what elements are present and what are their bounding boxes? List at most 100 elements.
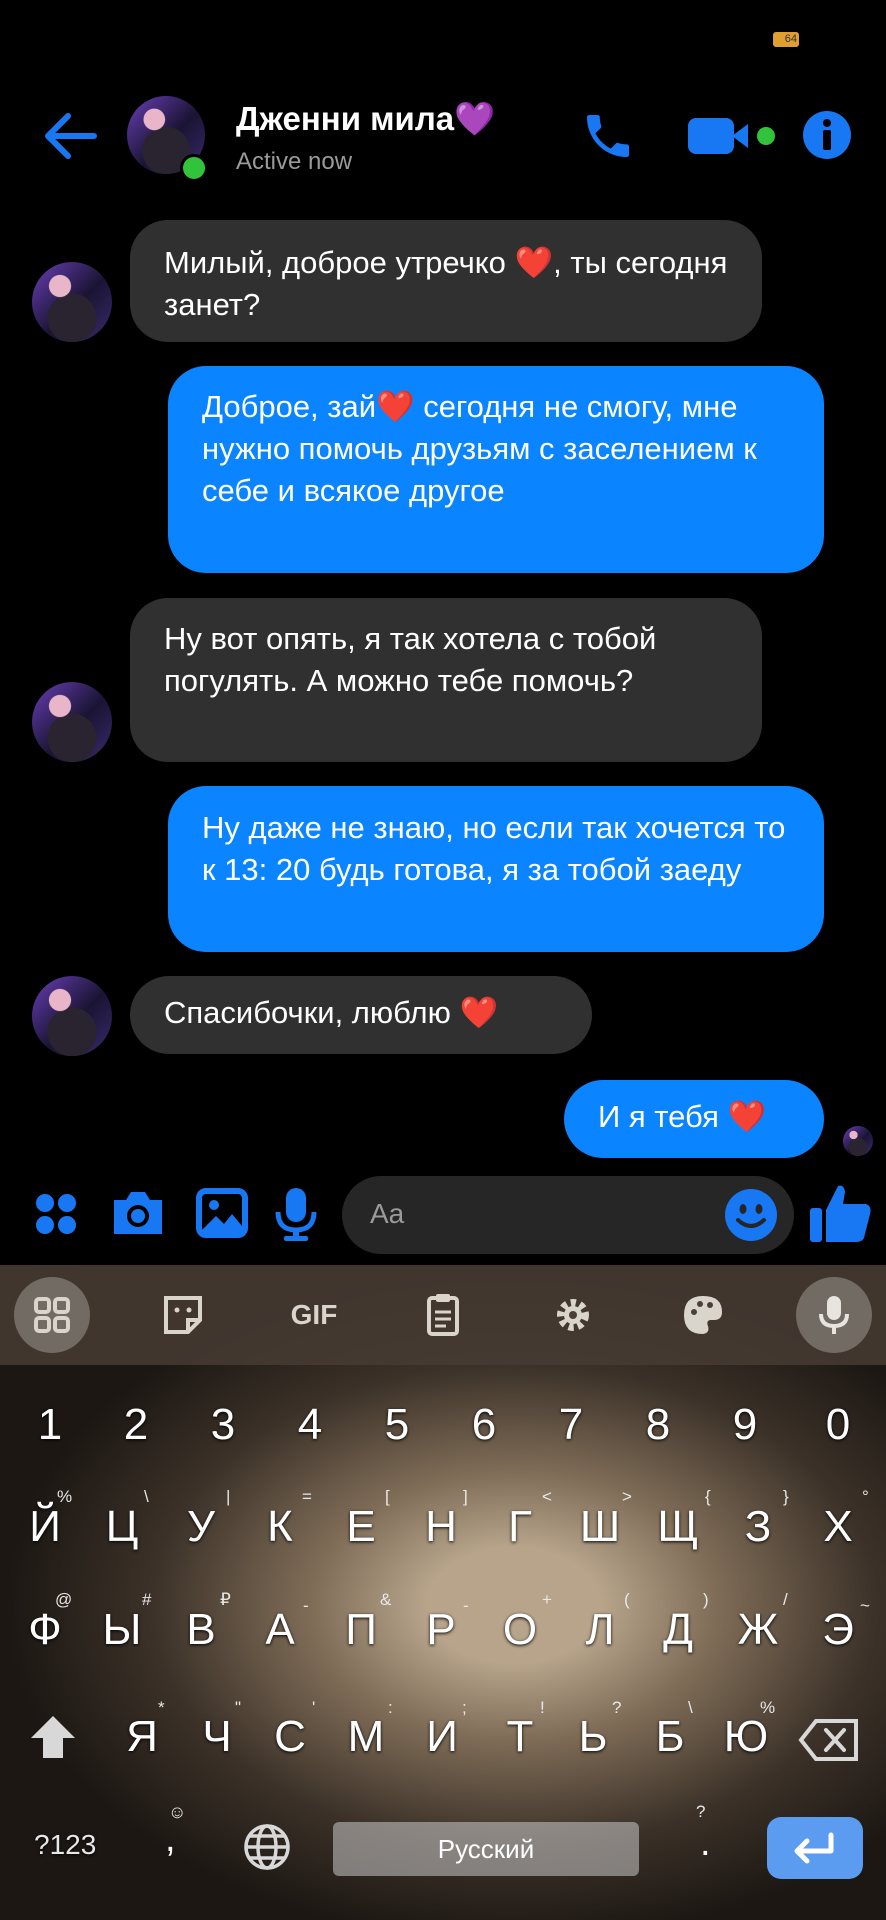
enter-arrow-icon [794, 1832, 834, 1864]
key-0[interactable]: 0 [808, 1400, 868, 1450]
key-letter[interactable]: И [412, 1712, 472, 1762]
clipboard-button[interactable] [418, 1290, 468, 1340]
key-letter[interactable]: Б [640, 1712, 700, 1762]
key-hint: % [57, 1487, 73, 1506]
sender-avatar [32, 262, 112, 342]
online-indicator [180, 154, 208, 182]
key-letter[interactable]: Ж [728, 1605, 788, 1655]
key-hint: > [622, 1487, 632, 1506]
message-text: Ну даже не знаю, но если так хочется то … [202, 810, 786, 887]
info-button[interactable] [802, 110, 852, 165]
gif-button[interactable]: GIF [284, 1290, 344, 1340]
key-1[interactable]: 1 [20, 1400, 80, 1450]
key-hint: + [542, 1590, 552, 1609]
key-hint: / [783, 1590, 788, 1609]
message-incoming[interactable]: Милый, доброе утречко ❤️, ты сегодня зан… [130, 220, 762, 342]
key-hint: * [158, 1698, 165, 1717]
key-letter[interactable]: З [728, 1502, 788, 1552]
back-arrow-icon [45, 113, 97, 159]
message-outgoing[interactable]: И я тебя ❤️ [564, 1080, 824, 1158]
key-letter[interactable]: В [171, 1605, 231, 1655]
key-2[interactable]: 2 [106, 1400, 166, 1450]
key-8[interactable]: 8 [628, 1400, 688, 1450]
settings-button[interactable] [548, 1290, 598, 1340]
gallery-button[interactable] [196, 1188, 248, 1243]
palette-icon [684, 1296, 722, 1334]
period-key[interactable]: . [700, 1822, 711, 1865]
like-button[interactable] [808, 1180, 874, 1251]
voice-message-button[interactable] [274, 1186, 318, 1247]
camera-button[interactable] [110, 1188, 166, 1243]
key-6[interactable]: 6 [454, 1400, 514, 1450]
heart-emoji: ❤️ [376, 389, 415, 424]
key-hint: ? [612, 1698, 622, 1717]
key-letter[interactable]: М [336, 1712, 396, 1762]
message-outgoing[interactable]: Доброе, зай❤️ сегодня не смогу, мне нужн… [168, 366, 824, 573]
key-letter[interactable]: К [250, 1502, 310, 1552]
key-letter[interactable]: П [331, 1605, 391, 1655]
key-hint: ' [312, 1698, 316, 1717]
key-9[interactable]: 9 [715, 1400, 775, 1450]
message-text: Спасибочки, люблю [164, 995, 460, 1030]
heart-emoji: ❤️ [459, 995, 499, 1030]
key-letter[interactable]: С [260, 1712, 320, 1762]
voice-call-button[interactable] [580, 108, 636, 169]
language-switch-key[interactable] [242, 1822, 292, 1877]
key-letter[interactable]: Ш [570, 1502, 630, 1552]
space-bar[interactable]: Русский [333, 1822, 639, 1876]
backspace-key[interactable] [798, 1718, 860, 1767]
key-letter[interactable]: У [171, 1502, 231, 1552]
key-letter[interactable]: Г [490, 1502, 550, 1552]
key-letter[interactable]: Ь [563, 1712, 623, 1762]
theme-button[interactable] [678, 1290, 728, 1340]
comma-key[interactable]: , [165, 1818, 176, 1861]
key-5[interactable]: 5 [367, 1400, 427, 1450]
contact-name[interactable]: Дженни мила💜 [236, 100, 495, 139]
emoji-icon [725, 1189, 777, 1241]
key-letter[interactable]: А [250, 1605, 310, 1655]
key-hint: < [542, 1487, 552, 1506]
emoji-button[interactable] [724, 1188, 778, 1247]
key-3[interactable]: 3 [193, 1400, 253, 1450]
message-incoming[interactable]: Спасибочки, люблю ❤️ [130, 976, 592, 1054]
video-call-button[interactable] [688, 116, 778, 161]
key-letter[interactable]: Е [331, 1502, 391, 1552]
message-text: Доброе, зай [202, 389, 377, 424]
key-letter[interactable]: Щ [648, 1502, 708, 1552]
message-outgoing[interactable]: Ну даже не знаю, но если так хочется то … [168, 786, 824, 952]
sticker-icon [164, 1296, 202, 1334]
key-letter[interactable]: Ф [15, 1605, 75, 1655]
globe-icon [244, 1824, 290, 1870]
key-4[interactable]: 4 [280, 1400, 340, 1450]
apps-button[interactable] [34, 1192, 78, 1241]
key-hint: - [303, 1596, 309, 1615]
symbols-key[interactable]: ?123 [34, 1829, 96, 1861]
key-letter[interactable]: Ю [716, 1712, 776, 1762]
key-letter[interactable]: Я [112, 1712, 172, 1762]
key-letter[interactable]: Ы [92, 1605, 152, 1655]
key-hint: | [226, 1487, 231, 1506]
key-letter[interactable]: Ц [92, 1502, 152, 1552]
key-letter[interactable]: Ч [187, 1712, 247, 1762]
key-hint: & [380, 1590, 392, 1609]
enter-key[interactable] [767, 1817, 863, 1879]
back-button[interactable] [40, 110, 100, 162]
sticker-button[interactable] [158, 1290, 208, 1340]
key-letter[interactable]: Э [808, 1605, 868, 1655]
key-7[interactable]: 7 [541, 1400, 601, 1450]
key-letter[interactable]: Й [15, 1502, 75, 1552]
sender-avatar [32, 682, 112, 762]
key-hint: ; [462, 1698, 467, 1717]
key-letter[interactable]: Н [411, 1502, 471, 1552]
message-incoming[interactable]: Ну вот опять, я так хотела с тобой погул… [130, 598, 762, 762]
key-letter[interactable]: Х [808, 1502, 868, 1552]
message-input-placeholder: Aa [370, 1198, 405, 1229]
key-letter[interactable]: Л [570, 1605, 630, 1655]
key-letter[interactable]: О [490, 1605, 550, 1655]
key-letter[interactable]: Т [490, 1712, 550, 1762]
key-hint: - [463, 1596, 469, 1615]
key-letter[interactable]: Д [648, 1605, 708, 1655]
shift-key[interactable] [28, 1712, 78, 1767]
key-letter[interactable]: Р [411, 1605, 471, 1655]
info-icon [803, 111, 851, 159]
